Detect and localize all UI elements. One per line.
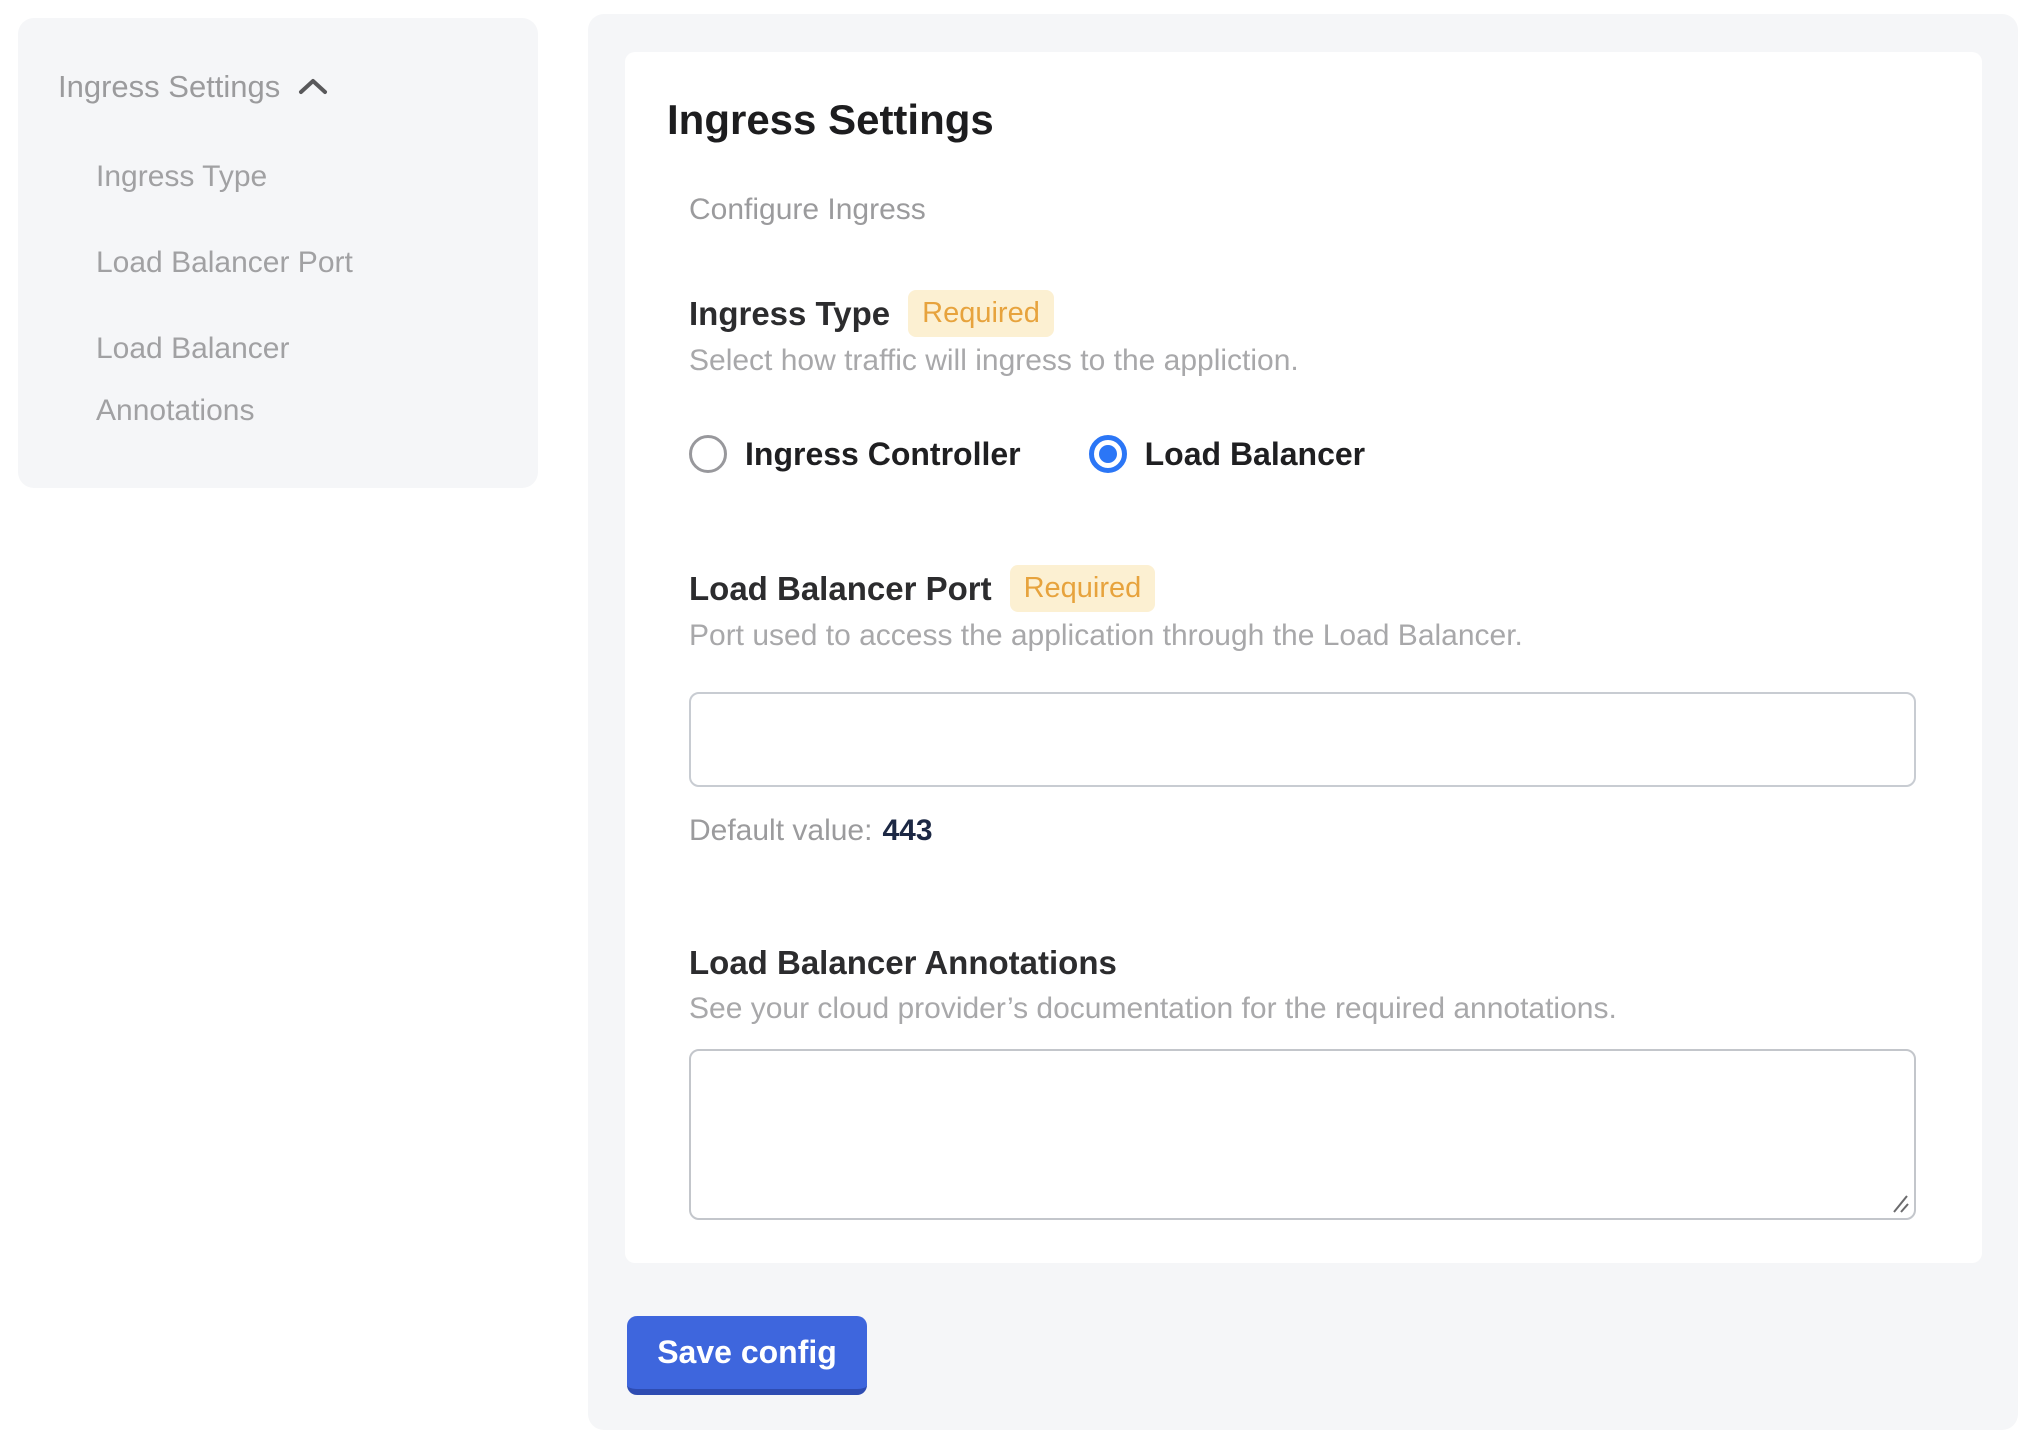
sidebar-item-load-balancer-port[interactable]: Load Balancer Port <box>96 232 436 294</box>
field-label-load-balancer-port: Load Balancer Port <box>689 567 992 611</box>
radio-label-ingress-controller: Ingress Controller <box>745 436 1021 473</box>
load-balancer-annotations-textarea[interactable] <box>689 1049 1916 1220</box>
sidebar-section-label: Ingress Settings <box>58 68 280 106</box>
radio-label-load-balancer: Load Balancer <box>1145 436 1366 473</box>
section-ingress-type: Ingress Type Required Select how traffic… <box>689 290 1918 473</box>
radio-option-load-balancer[interactable]: Load Balancer <box>1089 435 1366 473</box>
chevron-up-icon <box>296 74 330 100</box>
sidebar-item-list: Ingress Type Load Balancer Port Load Bal… <box>58 146 498 442</box>
page-title: Ingress Settings <box>667 96 1918 144</box>
required-badge: Required <box>1010 565 1156 612</box>
default-value-row: Default value: 443 <box>689 813 1918 849</box>
section-load-balancer-port: Load Balancer Port Required Port used to… <box>689 565 1918 849</box>
default-value-label: Default value: <box>689 814 872 847</box>
settings-nav-sidebar: Ingress Settings Ingress Type Load Balan… <box>18 18 538 488</box>
required-badge: Required <box>908 290 1054 337</box>
field-description-ingress-type: Select how traffic will ingress to the a… <box>689 343 1918 379</box>
sidebar-item-ingress-type[interactable]: Ingress Type <box>96 146 436 208</box>
page-subtitle: Configure Ingress <box>689 192 1918 228</box>
ingress-settings-panel: Ingress Settings Configure Ingress Ingre… <box>588 14 2018 1430</box>
ingress-type-radio-group: Ingress Controller Load Balancer <box>689 435 1918 473</box>
sidebar-item-load-balancer-annotations[interactable]: Load Balancer Annotations <box>96 318 436 442</box>
ingress-settings-card: Ingress Settings Configure Ingress Ingre… <box>625 52 1982 1263</box>
default-value-number: 443 <box>882 814 932 847</box>
sidebar-section-toggle[interactable]: Ingress Settings <box>58 68 498 106</box>
load-balancer-port-input[interactable] <box>689 692 1916 787</box>
field-label-ingress-type: Ingress Type <box>689 292 890 336</box>
radio-icon-ingress-controller[interactable] <box>689 435 727 473</box>
radio-option-ingress-controller[interactable]: Ingress Controller <box>689 435 1021 473</box>
textarea-resize-handle[interactable] <box>1888 1192 1910 1214</box>
field-description-load-balancer-port: Port used to access the application thro… <box>689 618 1918 654</box>
section-load-balancer-annotations: Load Balancer Annotations See your cloud… <box>689 941 1918 1220</box>
radio-icon-load-balancer[interactable] <box>1089 435 1127 473</box>
save-config-button[interactable]: Save config <box>627 1316 867 1395</box>
field-label-load-balancer-annotations: Load Balancer Annotations <box>689 941 1117 985</box>
load-balancer-annotations-field <box>689 1049 1916 1220</box>
field-description-load-balancer-annotations: See your cloud provider’s documentation … <box>689 991 1918 1027</box>
